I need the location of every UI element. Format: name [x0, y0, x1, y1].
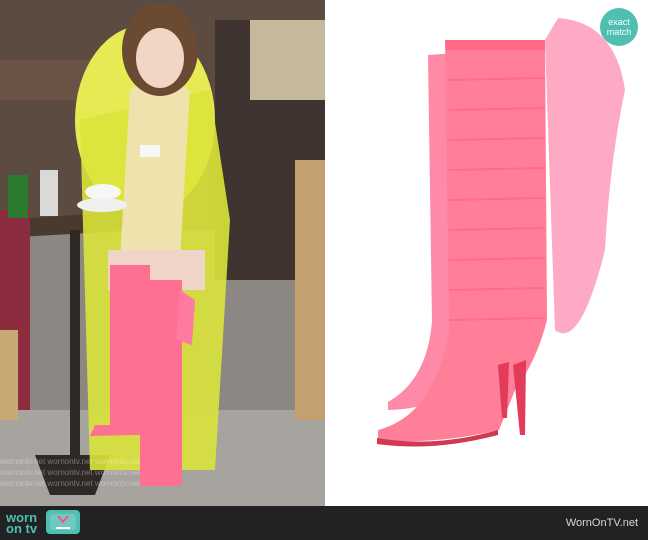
product-photo-right: wornontv.net wornontv.net wornontv.netwo… — [325, 0, 648, 506]
logo-text: worn on tv — [6, 511, 38, 536]
boot-illustration — [377, 18, 625, 447]
footer-bar — [0, 506, 648, 540]
site-name: WornOnTV.net — [565, 517, 638, 529]
exact-match-badge: exact match — [600, 8, 638, 46]
scene-illustration — [0, 0, 325, 506]
logo-line-2: on tv — [6, 521, 38, 536]
exact-match-line1: exact — [608, 17, 630, 27]
exact-match-line2: match — [606, 27, 632, 37]
tv-icon-shape — [50, 514, 76, 530]
scene-photo-left: wornontv.net wornontv.net wornontv.net wo… — [0, 0, 325, 506]
tv-icon — [46, 510, 80, 534]
watermark-left: wornontv.net wornontv.net wornontv.net wo… — [0, 457, 141, 488]
